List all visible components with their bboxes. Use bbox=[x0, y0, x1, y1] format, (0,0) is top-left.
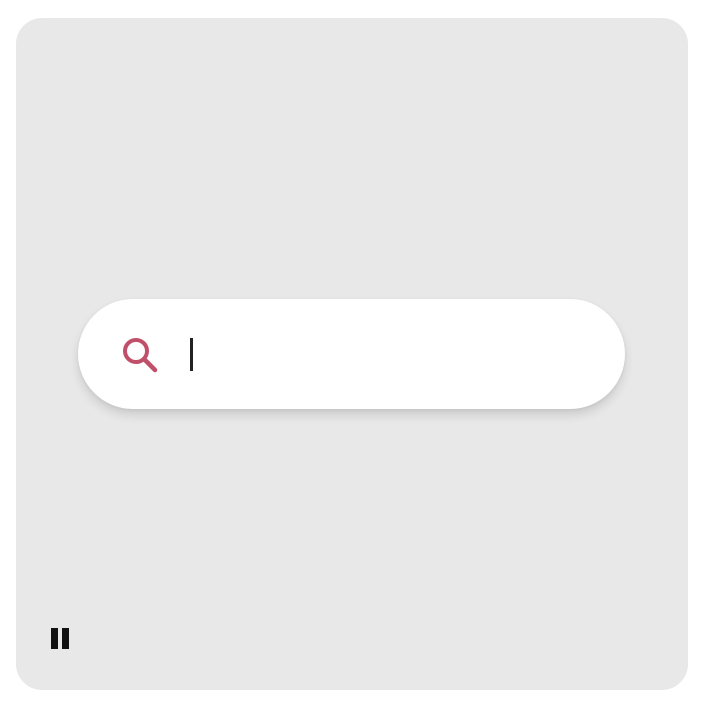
pause-button[interactable] bbox=[48, 625, 72, 653]
search-bar[interactable] bbox=[78, 299, 625, 409]
search-input[interactable] bbox=[182, 329, 582, 379]
animation-panel bbox=[16, 18, 688, 690]
search-icon bbox=[123, 338, 158, 373]
text-caret bbox=[190, 338, 193, 371]
